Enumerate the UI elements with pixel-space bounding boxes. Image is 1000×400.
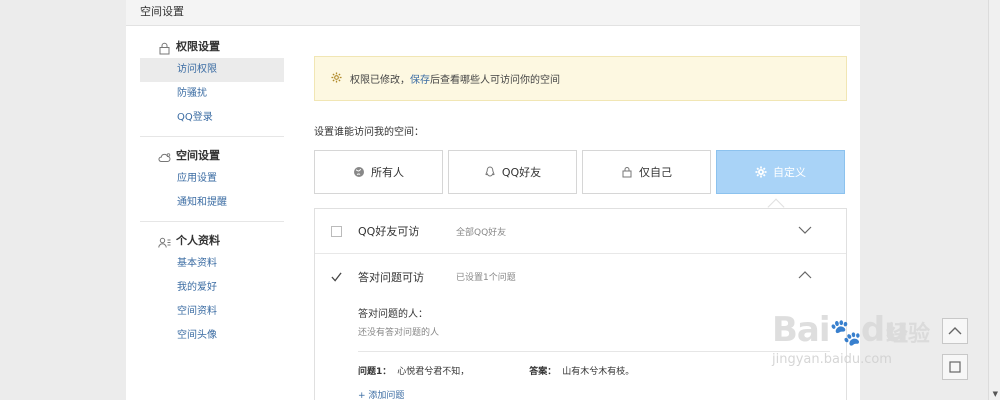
option-label: QQ好友: [501, 166, 542, 179]
cloud-settings-icon: [158, 150, 171, 163]
sidebar-item-app-settings[interactable]: 应用设置: [140, 167, 284, 191]
sidebar-item-space-info[interactable]: 空间资料: [140, 300, 284, 324]
baidu-jingyan-watermark: Bai🐾du 经验 jingyan.baidu.com: [762, 292, 942, 382]
save-link[interactable]: 保存: [410, 75, 430, 86]
sidebar-group-title: 权限设置: [176, 40, 220, 53]
sidebar-item-basic-info[interactable]: 基本资料: [140, 252, 284, 276]
access-options: 所有人 QQ好友 仅自己 自定义: [314, 150, 847, 194]
divider: [358, 351, 830, 352]
chevron-down-icon[interactable]: [798, 225, 812, 235]
rule-name: 答对问题可访: [358, 270, 424, 284]
option-qq-friends[interactable]: QQ好友: [448, 150, 577, 194]
paw-icon: 🐾: [829, 318, 862, 348]
question-key: 问题1：: [358, 367, 392, 377]
globe-icon: [354, 167, 364, 177]
who-can-access-label: 设置谁能访问我的空间：: [314, 127, 424, 138]
sidebar-group-space-settings: 空间设置 应用设置 通知和提醒: [140, 145, 284, 222]
option-label: 所有人: [371, 166, 404, 179]
square-icon: [949, 361, 961, 373]
option-label: 仅自己: [639, 166, 672, 179]
option-label: 自定义: [773, 166, 806, 179]
scroll-down-icon[interactable]: ▼: [993, 390, 998, 398]
panel-title: 空间设置: [126, 0, 860, 26]
sidebar: 权限设置 访问权限 防骚扰 QQ登录 空间设置 应用设置 通知和提醒 个人资料: [140, 36, 284, 362]
sidebar-group-title: 个人资料: [176, 234, 220, 247]
option-everyone[interactable]: 所有人: [314, 150, 443, 194]
sidebar-item-hobbies[interactable]: 我的爱好: [140, 276, 284, 300]
answer-key: 答案：: [529, 367, 557, 377]
sidebar-item-qq-login[interactable]: QQ登录: [140, 106, 284, 130]
question-text: 心悦君兮君不知，: [397, 367, 470, 377]
sidebar-item-anti-harassment[interactable]: 防骚扰: [140, 82, 284, 106]
lock-icon: [622, 167, 632, 178]
rule-name: QQ好友可访: [358, 225, 420, 238]
option-custom[interactable]: 自定义: [716, 150, 845, 194]
profile-card-icon: [158, 235, 171, 248]
rule-desc: 已设置1个问题: [456, 273, 516, 283]
scrollbar[interactable]: ▼: [988, 0, 1000, 400]
sidebar-item-space-avatar[interactable]: 空间头像: [140, 324, 284, 348]
watermark-brand: Bai: [772, 310, 831, 350]
answer-text: 山有木兮木有枝。: [562, 367, 635, 377]
add-question-link[interactable]: + 添加问题: [358, 388, 846, 400]
rule-checkbox-checked[interactable]: [331, 271, 342, 282]
notice-text-after: 后查看哪些人可访问你的空间: [430, 75, 560, 86]
rule-qq-friends[interactable]: QQ好友可访 全部QQ好友: [315, 209, 846, 254]
sidebar-group-permissions: 权限设置 访问权限 防骚扰 QQ登录: [140, 36, 284, 137]
sidebar-group-profile: 个人资料 基本资料 我的爱好 空间资料 空间头像: [140, 230, 284, 354]
gear-icon: [755, 166, 767, 178]
rule-checkbox[interactable]: [331, 225, 342, 237]
lock-icon: [158, 41, 171, 54]
chevron-up-icon: [948, 327, 962, 335]
notice-text: 权限已修改，: [350, 75, 410, 86]
settings-panel: 空间设置 权限设置 访问权限 防骚扰 QQ登录 空间设置 应用设置 通知和提醒: [126, 0, 860, 400]
sidebar-item-access-permission[interactable]: 访问权限: [140, 58, 284, 82]
notice-banner: 权限已修改，保存后查看哪些人可访问你的空间: [314, 56, 847, 101]
option-only-me[interactable]: 仅自己: [582, 150, 711, 194]
gear-icon: [331, 71, 342, 86]
chevron-up-icon[interactable]: [798, 270, 812, 280]
scroll-top-button[interactable]: [942, 318, 968, 344]
sidebar-item-notifications[interactable]: 通知和提醒: [140, 191, 284, 215]
qq-penguin-icon: [485, 166, 495, 177]
sidebar-group-title: 空间设置: [176, 149, 220, 162]
watermark-cn: 经验: [886, 322, 931, 347]
watermark-url: jingyan.baidu.com: [772, 352, 892, 367]
feedback-button[interactable]: [942, 354, 968, 380]
rule-desc: 全部QQ好友: [456, 227, 507, 238]
